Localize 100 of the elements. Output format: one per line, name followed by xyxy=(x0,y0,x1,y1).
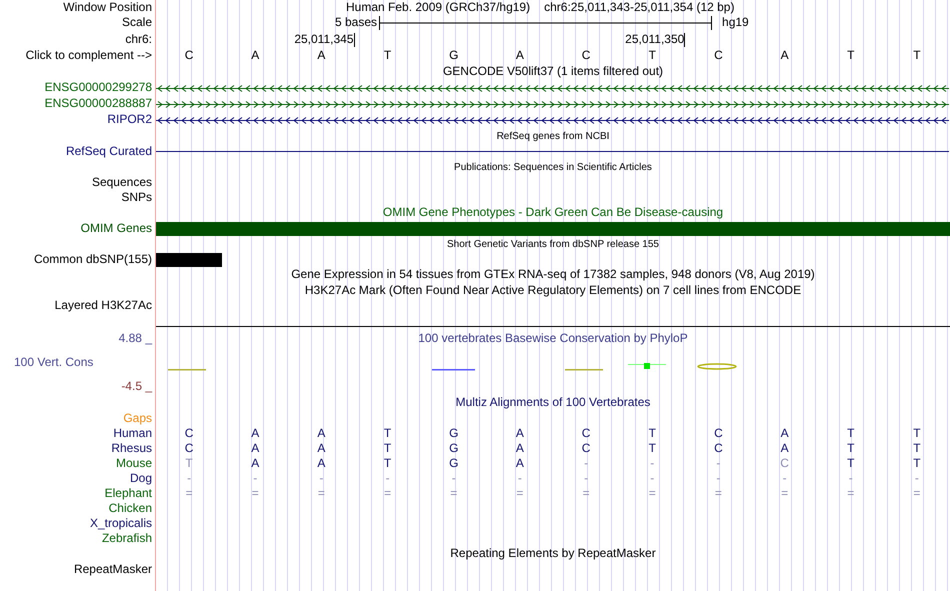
base-letter: A xyxy=(251,440,260,455)
base-letter: T xyxy=(384,456,392,470)
variant-block[interactable] xyxy=(156,252,222,266)
base-letter: T xyxy=(913,440,921,455)
base-letter: A xyxy=(780,440,789,455)
species-label[interactable]: Rhesus xyxy=(111,442,152,456)
base-letter[interactable]: A xyxy=(780,48,789,62)
track-title: Multiz Alignments of 100 Vertebrates xyxy=(456,396,650,410)
base-letter: - xyxy=(782,470,787,485)
base-letter: - xyxy=(716,470,720,485)
base-letter: - xyxy=(848,470,853,485)
base-letter[interactable]: A xyxy=(317,48,326,62)
base-letter: T xyxy=(185,456,193,470)
track-title: RefSeq genes from NCBI xyxy=(496,130,610,142)
base-letter: = xyxy=(252,486,259,500)
base-letter[interactable]: A xyxy=(516,48,524,62)
species-label[interactable]: Chicken xyxy=(108,502,152,516)
track-title: H3K27Ac Mark (Often Found Near Active Regulatory Elements) on 7 cell lines from ENCODE xyxy=(304,284,802,298)
base-letter: A xyxy=(317,456,326,470)
track-label[interactable]: OMIM Genes xyxy=(80,222,152,236)
track-label[interactable]: RepeatMasker xyxy=(74,562,152,576)
track-label[interactable]: RefSeq Curated xyxy=(66,144,152,158)
track-label[interactable]: Common dbSNP(155) xyxy=(34,252,152,266)
species-label[interactable]: X_tropicalis xyxy=(90,516,152,530)
base-letter: A xyxy=(251,456,260,470)
gene-label[interactable]: ENSG00000288887 xyxy=(44,97,152,111)
row-label[interactable]: Click to complement --> xyxy=(26,49,152,63)
species-label[interactable]: Mouse xyxy=(116,456,152,470)
species-label[interactable]: Zebrafish xyxy=(102,532,152,546)
assembly-name: Human Feb. 2009 (GRCh37/hg19) xyxy=(346,0,530,14)
base-letter: G xyxy=(449,456,458,470)
base-letter: = xyxy=(516,486,524,500)
gene-feature[interactable] xyxy=(156,117,949,124)
base-letter: = xyxy=(781,486,788,500)
base-letter: - xyxy=(650,456,654,470)
base-letter: = xyxy=(186,486,193,500)
assembly-label: hg19 xyxy=(722,16,749,30)
tick-mark xyxy=(684,32,686,46)
track-label[interactable]: 100 Vert. Cons xyxy=(14,356,152,370)
gene-label[interactable]: RIPOR2 xyxy=(107,113,152,127)
feature-bar[interactable] xyxy=(156,222,950,236)
gene-feature[interactable] xyxy=(156,101,949,108)
base-letter: T xyxy=(847,456,854,470)
gene-feature[interactable] xyxy=(156,85,949,92)
base-letter: = xyxy=(318,486,325,500)
track-title: OMIM Gene Phenotypes - Dark Green Can Be Disease-causing xyxy=(382,206,724,220)
base-letter: - xyxy=(518,470,522,485)
species-label[interactable]: Human xyxy=(113,426,152,440)
base-letter: C xyxy=(582,440,590,455)
species-label[interactable]: Dog xyxy=(130,472,152,486)
base-letter: = xyxy=(714,486,722,500)
base-letter: = xyxy=(384,486,392,500)
track-label[interactable]: Sequences xyxy=(92,176,152,190)
base-letter: C xyxy=(714,426,723,440)
base-letter: - xyxy=(650,470,654,485)
base-letter: C xyxy=(184,440,194,455)
base-letter: = xyxy=(913,486,920,500)
base-letter[interactable]: T xyxy=(913,48,921,62)
track-title: Gene Expression in 54 tissues from GTEx RNA-seq of 17382 samples, 948 donors (V8, Aug 2019) xyxy=(291,268,815,282)
base-letter[interactable]: T xyxy=(847,48,854,62)
base-letter: T xyxy=(847,440,854,455)
track-title: Short Genetic Variants from dbSNP release 155 xyxy=(447,238,659,250)
base-letter: G xyxy=(449,426,458,440)
base-letter: T xyxy=(648,426,656,440)
base-letter: - xyxy=(914,470,919,485)
base-letter: A xyxy=(516,426,524,440)
base-letter[interactable]: T xyxy=(384,48,392,62)
base-letter: A xyxy=(516,456,524,470)
track-title: 100 vertebrates Basewise Conservation by PhyloP xyxy=(418,331,688,345)
coordinate-label: 25,011,350 xyxy=(625,32,684,46)
base-letter: T xyxy=(384,440,392,455)
axis-min-label: -4.5 _ xyxy=(121,380,152,393)
position-text: chr6:25,011,343-25,011,354 (12 bp) xyxy=(544,0,734,14)
base-letter: - xyxy=(253,470,258,485)
base-letter: G xyxy=(449,440,458,455)
track-title: GENCODE V50lift37 (1 items filtered out) xyxy=(442,65,664,79)
base-letter[interactable]: C xyxy=(582,48,590,62)
gene-label[interactable]: ENSG00000299278 xyxy=(44,81,152,95)
base-letter: = xyxy=(648,486,656,500)
track-label[interactable]: Layered H3K27Ac xyxy=(54,299,152,312)
base-letter: - xyxy=(319,470,324,485)
base-letter: C xyxy=(780,456,789,470)
row-label[interactable]: Window Position xyxy=(63,0,152,14)
base-letter[interactable]: G xyxy=(449,48,458,62)
base-letter: - xyxy=(584,456,588,470)
row-label[interactable]: chr6: xyxy=(125,32,152,46)
coordinate-label: 25,011,345 xyxy=(294,32,354,46)
base-letter: = xyxy=(582,486,590,500)
base-letter[interactable]: A xyxy=(251,48,260,62)
base-letter: C xyxy=(184,426,194,440)
base-letter[interactable]: C xyxy=(184,48,194,62)
axis-max-label: 4.88 _ xyxy=(118,332,152,346)
track-label[interactable]: SNPs xyxy=(121,190,152,204)
row-label[interactable]: Scale xyxy=(122,16,152,30)
base-letter[interactable]: T xyxy=(648,48,656,62)
species-label[interactable]: Elephant xyxy=(104,486,152,500)
base-letter: T xyxy=(913,426,921,440)
base-letter[interactable]: C xyxy=(714,48,723,62)
base-letter: A xyxy=(317,440,326,455)
base-letter: A xyxy=(317,426,326,440)
